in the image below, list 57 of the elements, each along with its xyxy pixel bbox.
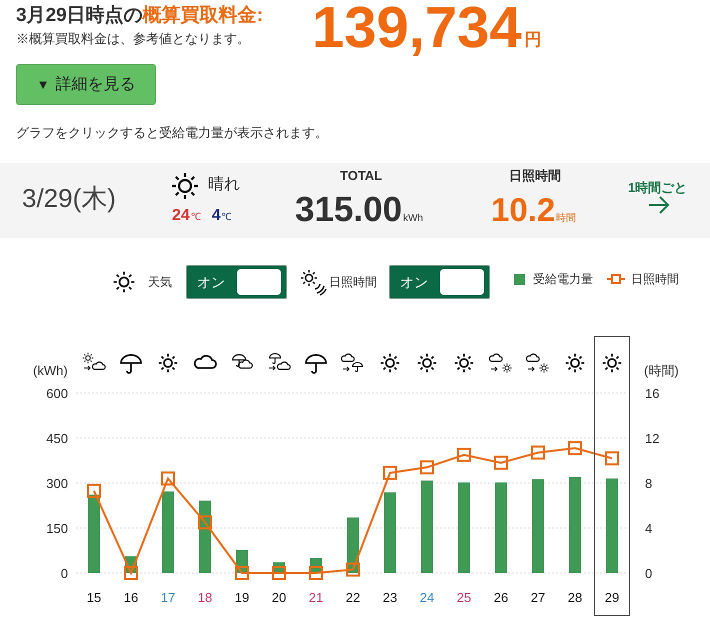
day-label: 19 (234, 590, 250, 605)
total-label: TOTAL (340, 167, 382, 185)
day-label: 15 (86, 590, 102, 605)
legend-label: 受給電力量 (533, 271, 593, 288)
amount-value: 139,734 (312, 0, 522, 58)
day-label: 20 (272, 590, 286, 605)
day-label: 16 (124, 590, 138, 605)
temperature-unit: ℃ (222, 211, 232, 225)
chart-bar[interactable] (88, 494, 100, 573)
axis-label: (kWh) (33, 363, 68, 378)
total-unit: kWh (403, 212, 424, 226)
temperature-unit: ℃ (190, 211, 201, 225)
toggle-switch[interactable]: オン (186, 265, 287, 299)
axis-tick-label: 600 (46, 386, 68, 401)
day-label: 21 (308, 590, 324, 605)
day-label: 18 (198, 590, 212, 605)
axis-tick-label: 12 (645, 431, 660, 446)
sun-icon (171, 172, 199, 200)
amount-unit: 円 (524, 28, 542, 50)
day-label: 25 (456, 590, 472, 605)
day-label: 26 (494, 590, 508, 605)
legend-label: 日照時間 (631, 271, 679, 288)
total-value: 315.00 (295, 190, 402, 230)
axis-tick-label: 8 (645, 476, 652, 491)
weather-text: 晴れ (208, 174, 240, 195)
day-label: 28 (568, 590, 582, 605)
hourly-link[interactable]: 1時間ごと (628, 178, 688, 198)
day-label: 29 (604, 590, 620, 605)
sunshine-label: 日照時間 (509, 167, 561, 185)
day-label: 27 (530, 590, 546, 605)
axis-tick-label: 450 (46, 431, 68, 446)
day-label: 23 (382, 590, 398, 605)
toggle-label: 日照時間 (329, 274, 377, 291)
sun-rays-icon (299, 268, 327, 296)
date-text: 3/29(木) (22, 182, 116, 215)
details-button[interactable]: ▼ 詳細を見る (16, 64, 156, 105)
day-label: 17 (160, 590, 176, 605)
note-text: ※概算買取料金は、参考値となります。 (16, 30, 251, 48)
toggle-switch[interactable]: オン (389, 265, 490, 299)
axis-tick-label: 0 (645, 566, 652, 581)
high-temperature: 24 (172, 206, 190, 226)
sunshine-value: 10.2 (491, 190, 556, 230)
axis-tick-label: 150 (46, 521, 68, 536)
day-label: 22 (346, 590, 360, 605)
hint-text: グラフをクリックすると受給電力量が表示されます。 (16, 124, 328, 142)
axis-tick-label: 0 (60, 566, 68, 581)
arrow-right-icon[interactable] (648, 195, 670, 215)
low-temperature: 4 (212, 206, 221, 226)
axis-label: (時間) (644, 363, 679, 378)
title-text: 3月29日時点の (16, 5, 143, 26)
day-label: 24 (420, 590, 434, 605)
toggle-label: 天気 (148, 274, 172, 291)
axis-tick-label: 16 (645, 386, 660, 401)
sunshine-unit: 時間 (556, 212, 576, 226)
axis-tick-label: 300 (46, 476, 68, 491)
title-highlight: 概算買取料金: (142, 5, 264, 26)
axis-tick-label: 4 (645, 521, 652, 536)
